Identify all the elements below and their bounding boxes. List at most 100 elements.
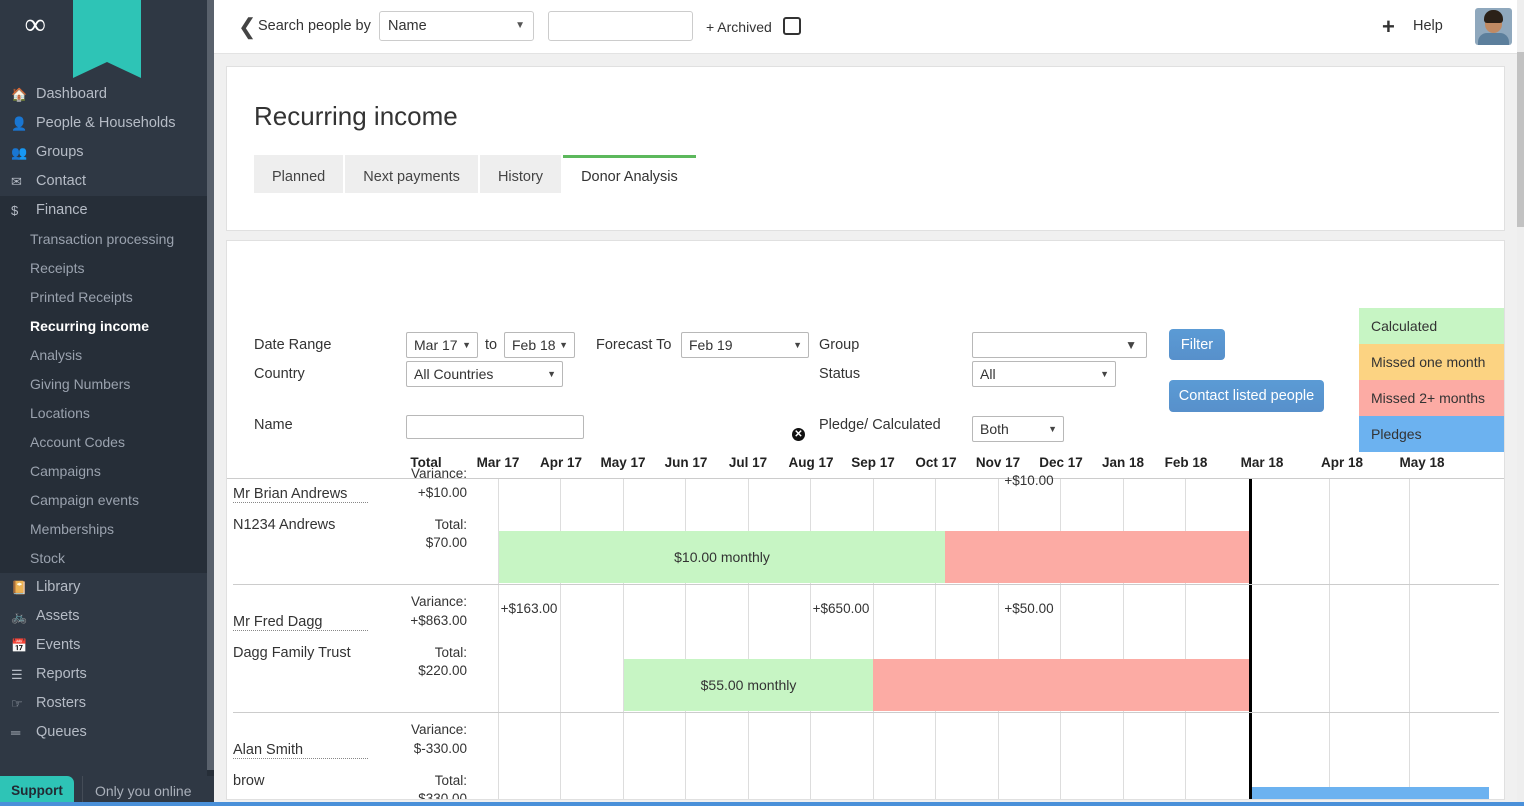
sidebar-item-label: Rosters bbox=[36, 695, 86, 711]
help-link[interactable]: Help bbox=[1413, 18, 1443, 34]
avatar[interactable] bbox=[1475, 8, 1512, 45]
sidebar-item-transaction-processing[interactable]: Transaction processing bbox=[0, 225, 214, 254]
sidebar-item-receipts[interactable]: Receipts bbox=[0, 254, 214, 283]
col-head-jun-17: Jun 17 bbox=[664, 455, 708, 470]
chevron-down-icon: ▼ bbox=[1100, 369, 1109, 379]
sidebar-item-dashboard[interactable]: 🏠 Dashboard bbox=[0, 80, 214, 109]
sidebar-item-events[interactable]: 📅 Events bbox=[0, 631, 214, 660]
sidebar-item-groups[interactable]: 👥 Groups bbox=[0, 138, 214, 167]
queue-icon: ═ bbox=[11, 725, 21, 740]
col-head-apr-18: Apr 18 bbox=[1320, 455, 1364, 470]
page-scrollbar[interactable] bbox=[1517, 0, 1524, 806]
group-select[interactable]: ▼ bbox=[972, 332, 1147, 358]
col-head-mar-17: Mar 17 bbox=[476, 455, 520, 470]
status-select[interactable]: All ▼ bbox=[972, 361, 1116, 387]
sidebar: ∞ 🏠 Dashboard 👤 People & Households 👥 Gr… bbox=[0, 0, 214, 806]
date-range-label: Date Range bbox=[254, 337, 332, 353]
tab-donor-analysis[interactable]: Donor Analysis bbox=[563, 155, 696, 193]
gridline bbox=[1123, 479, 1124, 799]
chevron-left-icon[interactable]: ❮ bbox=[238, 14, 256, 40]
list-icon: ☰ bbox=[11, 667, 23, 682]
chevron-down-icon: ▼ bbox=[462, 340, 471, 350]
legend-item-calculated: Calculated bbox=[1359, 308, 1504, 344]
bicycle-icon: 🚲 bbox=[11, 609, 28, 624]
sidebar-item-account-codes[interactable]: Account Codes bbox=[0, 428, 214, 457]
sidebar-item-label: Contact bbox=[36, 173, 86, 189]
donor-name-link[interactable]: Mr Brian Andrews bbox=[233, 486, 368, 503]
payment-amount: +$650.00 bbox=[812, 601, 870, 616]
sidebar-item-library[interactable]: 📔 Library bbox=[0, 573, 214, 602]
donor-sub-label: Dagg Family Trust bbox=[233, 645, 351, 661]
logo-badge bbox=[73, 0, 141, 78]
sidebar-item-campaign-events[interactable]: Campaign events bbox=[0, 486, 214, 515]
search-field-select[interactable]: Name ▼ bbox=[379, 11, 534, 41]
donor-name-link[interactable]: Alan Smith bbox=[233, 742, 368, 759]
gridline bbox=[1185, 479, 1186, 799]
tab-next-payments[interactable]: Next payments bbox=[345, 155, 478, 193]
pledge-calculated-select[interactable]: Both ▼ bbox=[972, 416, 1064, 442]
payment-amount: +$163.00 bbox=[500, 601, 558, 616]
clear-circle-icon[interactable]: ✕ bbox=[792, 428, 805, 441]
forecast-divider bbox=[1249, 479, 1252, 799]
sidebar-item-recurring-income[interactable]: Recurring income bbox=[0, 312, 214, 341]
bar-label: $55.00 monthly bbox=[700, 677, 797, 693]
page-scrollbar-thumb[interactable] bbox=[1517, 52, 1524, 227]
sidebar-item-assets[interactable]: 🚲 Assets bbox=[0, 602, 214, 631]
sidebar-item-printed-receipts[interactable]: Printed Receipts bbox=[0, 283, 214, 312]
country-select[interactable]: All Countries ▼ bbox=[406, 361, 563, 387]
sidebar-item-finance[interactable]: $ Finance bbox=[0, 196, 214, 225]
sidebar-item-locations[interactable]: Locations bbox=[0, 399, 214, 428]
book-icon: 📔 bbox=[11, 580, 28, 595]
sidebar-item-campaigns[interactable]: Campaigns bbox=[0, 457, 214, 486]
variance-label: Variance: bbox=[410, 722, 467, 737]
filter-and-results-card: Date Range Mar 17 ▼ to Feb 18 ▼ Forecast… bbox=[226, 240, 1505, 800]
sidebar-item-reports[interactable]: ☰ Reports bbox=[0, 660, 214, 689]
hand-icon: ☞ bbox=[11, 696, 23, 711]
sidebar-item-contact[interactable]: ✉ Contact bbox=[0, 167, 214, 196]
tab-history[interactable]: History bbox=[479, 155, 562, 193]
row-separator bbox=[233, 712, 1499, 713]
gridline bbox=[998, 479, 999, 799]
name-input[interactable] bbox=[406, 415, 584, 439]
archived-checkbox[interactable] bbox=[783, 17, 801, 35]
forecast-to-label: Forecast To bbox=[596, 337, 672, 353]
variance-value: $-330.00 bbox=[413, 741, 467, 756]
sidebar-item-memberships[interactable]: Memberships bbox=[0, 515, 214, 544]
bar-calculated: $10.00 monthly bbox=[499, 531, 945, 583]
sidebar-item-label: Finance bbox=[36, 202, 88, 218]
app-logo[interactable]: ∞ bbox=[0, 0, 214, 80]
chevron-down-icon: ▼ bbox=[1048, 424, 1057, 434]
sidebar-item-rosters[interactable]: ☞ Rosters bbox=[0, 689, 214, 718]
gridline bbox=[685, 479, 686, 799]
gridline bbox=[748, 479, 749, 799]
calendar-icon: 📅 bbox=[11, 638, 28, 653]
tab-bar: Planned Next payments History Donor Anal… bbox=[254, 155, 698, 193]
sidebar-item-label: Dashboard bbox=[36, 86, 107, 102]
sidebar-scrollbar[interactable] bbox=[207, 0, 214, 806]
date-from-select[interactable]: Mar 17 ▼ bbox=[406, 332, 478, 358]
group-label: Group bbox=[819, 337, 860, 353]
total-label: Total: bbox=[434, 645, 467, 660]
sidebar-item-analysis[interactable]: Analysis bbox=[0, 341, 214, 370]
sidebar-item-people-households[interactable]: 👤 People & Households bbox=[0, 109, 214, 138]
tab-planned[interactable]: Planned bbox=[254, 155, 344, 193]
envelope-icon: ✉ bbox=[11, 174, 22, 189]
sidebar-item-queues[interactable]: ═ Queues bbox=[0, 718, 214, 747]
chevron-down-icon: ▼ bbox=[1125, 338, 1137, 352]
sidebar-scrollbar-thumb[interactable] bbox=[207, 0, 214, 770]
plus-icon[interactable]: + bbox=[1382, 14, 1395, 40]
filter-button[interactable]: Filter bbox=[1169, 329, 1225, 360]
payment-amount: +$10.00 bbox=[1004, 473, 1054, 488]
col-head-dec-17: Dec 17 bbox=[1039, 455, 1083, 470]
contact-listed-people-button[interactable]: Contact listed people bbox=[1169, 380, 1324, 412]
name-label: Name bbox=[254, 417, 293, 433]
col-head-mar-18: Mar 18 bbox=[1240, 455, 1284, 470]
search-input[interactable] bbox=[548, 11, 693, 41]
gridline bbox=[623, 479, 624, 799]
gridline bbox=[810, 479, 811, 799]
forecast-to-select[interactable]: Feb 19 ▼ bbox=[681, 332, 809, 358]
donor-name-link[interactable]: Mr Fred Dagg bbox=[233, 614, 368, 631]
date-to-select[interactable]: Feb 18 ▼ bbox=[504, 332, 575, 358]
sidebar-item-giving-numbers[interactable]: Giving Numbers bbox=[0, 370, 214, 399]
sidebar-item-stock[interactable]: Stock bbox=[0, 544, 214, 573]
